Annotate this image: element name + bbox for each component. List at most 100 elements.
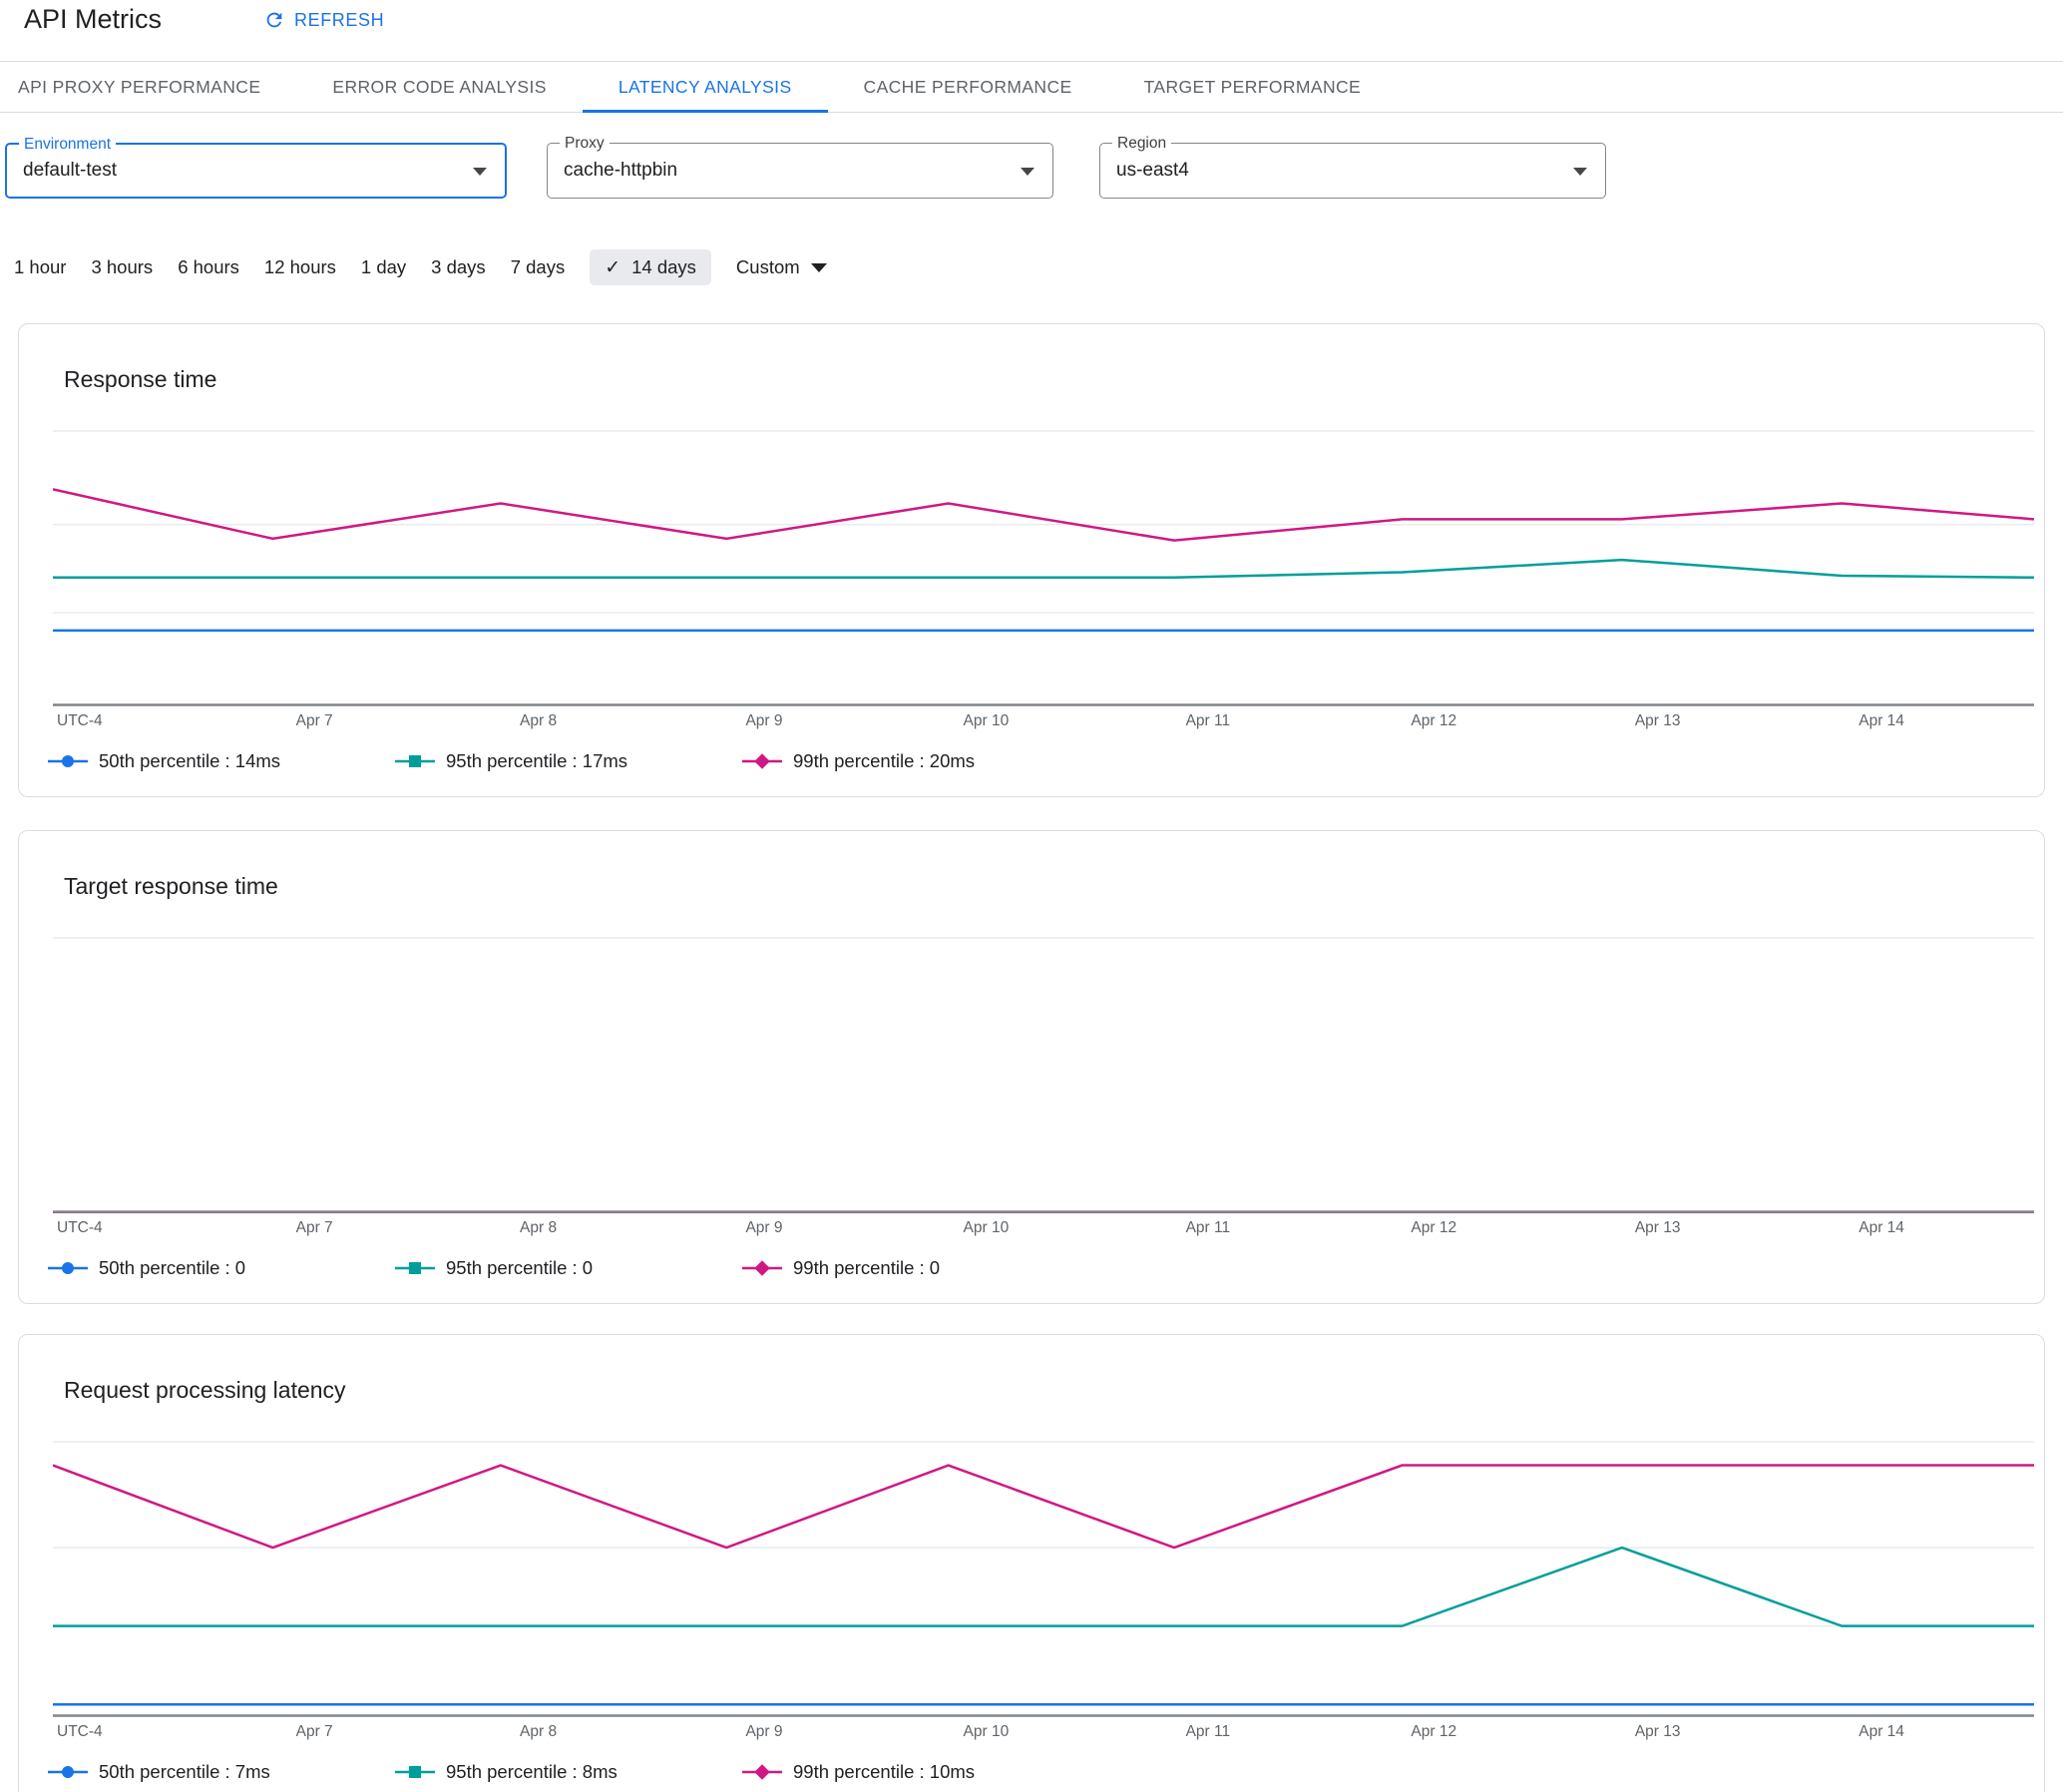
legend-label: 95th percentile : 8ms [446, 1761, 618, 1782]
time-range-label: 3 hours [91, 256, 154, 277]
x-tick-label: Apr 10 [963, 712, 1010, 729]
legend-label: 95th percentile : 0 [446, 1257, 594, 1278]
environment-select[interactable]: Environment default-test [5, 135, 507, 199]
time-range-label: 7 days [510, 256, 566, 277]
series-line-95th-percentile [53, 560, 2034, 578]
series-line-99th-percentile [53, 1466, 2034, 1549]
line-chart [53, 429, 2034, 706]
checkmark-icon: ✓ [605, 256, 621, 278]
time-range-1-hour[interactable]: 1 hour [14, 256, 66, 278]
timezone-label: UTC-4 [57, 1219, 103, 1236]
legend-item-95th-percentile: 95th percentile : 8ms [395, 1761, 742, 1783]
legend-label: 99th percentile : 0 [793, 1257, 941, 1278]
tab-cache-performance[interactable]: CACHE PERFORMANCE [828, 62, 1108, 112]
tab-bar: API PROXY PERFORMANCE ERROR CODE ANALYSI… [0, 61, 2063, 113]
refresh-icon [266, 12, 282, 28]
time-range-3-days[interactable]: 3 days [431, 256, 486, 278]
chart-title: Response time [64, 366, 217, 392]
refresh-button[interactable]: REFRESH [263, 9, 384, 31]
x-tick-label: Apr 10 [963, 1219, 1010, 1236]
legend-item-99th-percentile: 99th percentile : 0 [742, 1257, 940, 1279]
proxy-select[interactable]: Proxy cache-httpbin [547, 134, 1053, 199]
legend-item-99th-percentile: 99th percentile : 20ms [742, 750, 975, 772]
chart-legend: 50th percentile : 7ms 95th percentile : 8… [48, 1761, 2044, 1783]
timezone-label: UTC-4 [57, 1723, 103, 1740]
time-range-7-days[interactable]: 7 days [511, 256, 566, 278]
custom-range-label: Custom [735, 256, 800, 277]
series-line-95th-percentile [53, 1548, 2034, 1626]
region-select-label: Region [1112, 134, 1172, 153]
line-chart [53, 1440, 2034, 1717]
legend-label: 99th percentile : 10ms [793, 1761, 976, 1782]
x-tick-label: Apr 9 [745, 1723, 783, 1740]
x-axis-labels: UTC-4 Apr 7 Apr 8 Apr 9 Apr 10 Apr 11 Apr 12 Ap… [53, 1219, 2034, 1241]
chart-card-response-time: Response time UTC-4 Apr 7 Apr 8 Apr 9 Apr 10… [18, 323, 2045, 797]
time-range-3-hours[interactable]: 3 hours [91, 256, 153, 278]
chart-card-target-response-time: Target response time UTC-4 Apr 7 Apr 8 Apr … [18, 830, 2045, 1304]
x-tick-label: Apr 12 [1411, 1723, 1457, 1740]
time-range-label: 1 hour [14, 256, 67, 277]
plot-area [53, 936, 2034, 1213]
time-range-label: 12 hours [263, 256, 336, 277]
x-tick-label: Apr 11 [1185, 1219, 1231, 1236]
time-range-label: 14 days [631, 256, 696, 277]
x-tick-label: Apr 13 [1634, 1723, 1681, 1740]
x-tick-label: Apr 12 [1411, 712, 1457, 729]
time-range-1-day[interactable]: 1 day [361, 256, 406, 278]
region-select[interactable]: Region us-east4 [1099, 134, 1606, 199]
x-tick-label: Apr 14 [1858, 1723, 1904, 1740]
x-tick-label: Apr 8 [520, 712, 558, 729]
x-tick-label: Apr 14 [1858, 712, 1904, 729]
legend-marker-circle-icon [48, 1262, 88, 1274]
chart-card-request-processing-latency: Request processing latency UTC-4 Apr 7 Apr… [18, 1334, 2045, 1792]
tab-target-performance[interactable]: TARGET PERFORMANCE [1108, 62, 1398, 112]
legend-item-50th-percentile: 50th percentile : 7ms [48, 1761, 395, 1783]
chevron-down-icon [473, 168, 487, 176]
time-range-6-hours[interactable]: 6 hours [178, 256, 239, 278]
chevron-down-icon [1573, 168, 1587, 176]
legend-marker-square-icon [395, 1262, 435, 1274]
x-tick-label: Apr 12 [1411, 1219, 1457, 1236]
legend-item-50th-percentile: 50th percentile : 0 [48, 1257, 395, 1279]
tab-error-code-analysis[interactable]: ERROR CODE ANALYSIS [296, 62, 582, 112]
x-tick-label: Apr 13 [1634, 712, 1681, 729]
x-tick-label: Apr 11 [1185, 712, 1231, 729]
legend-marker-diamond-icon [742, 753, 782, 769]
x-tick-label: Apr 7 [295, 712, 333, 729]
timezone-label: UTC-4 [57, 712, 103, 729]
time-range-custom[interactable]: Custom [736, 256, 827, 278]
legend-marker-diamond-icon [742, 1764, 782, 1780]
time-range-label: 1 day [360, 256, 407, 277]
chart-title: Target response time [64, 873, 278, 899]
chart-legend: 50th percentile : 14ms 95th percentile : … [48, 750, 2044, 772]
tab-label: ERROR CODE ANALYSIS [332, 76, 547, 97]
environment-select-label: Environment [19, 135, 117, 154]
x-tick-label: Apr 8 [520, 1219, 558, 1236]
region-select-value: us-east4 [1116, 160, 1189, 181]
time-range-12-hours[interactable]: 12 hours [264, 256, 336, 278]
legend-marker-circle-icon [48, 1766, 88, 1778]
tab-api-proxy-performance[interactable]: API PROXY PERFORMANCE [0, 62, 296, 112]
plot-area [53, 1440, 2034, 1717]
time-range-14-days[interactable]: ✓ 14 days [590, 249, 711, 285]
tab-label: API PROXY PERFORMANCE [18, 76, 261, 97]
time-range-label: 3 days [431, 256, 486, 277]
time-range-label: 6 hours [178, 256, 239, 277]
legend-item-95th-percentile: 95th percentile : 17ms [395, 750, 742, 772]
chart-title: Request processing latency [64, 1377, 346, 1403]
x-tick-label: Apr 10 [963, 1723, 1010, 1740]
x-axis-labels: UTC-4 Apr 7 Apr 8 Apr 9 Apr 10 Apr 11 Apr 12 Ap… [53, 1723, 2034, 1745]
x-tick-label: Apr 9 [745, 712, 783, 729]
x-tick-label: Apr 7 [295, 1723, 333, 1740]
plot-area [53, 429, 2034, 706]
page-title: API Metrics [24, 4, 163, 34]
legend-item-99th-percentile: 99th percentile : 10ms [742, 1761, 975, 1783]
caret-down-icon [810, 262, 827, 272]
legend-item-50th-percentile: 50th percentile : 14ms [48, 750, 395, 772]
x-tick-label: Apr 7 [295, 1219, 333, 1236]
line-chart [53, 936, 2034, 1213]
proxy-select-value: cache-httpbin [564, 160, 678, 181]
legend-label: 50th percentile : 0 [99, 1257, 246, 1278]
tab-label: TARGET PERFORMANCE [1143, 76, 1362, 97]
tab-latency-analysis[interactable]: LATENCY ANALYSIS [582, 62, 828, 113]
